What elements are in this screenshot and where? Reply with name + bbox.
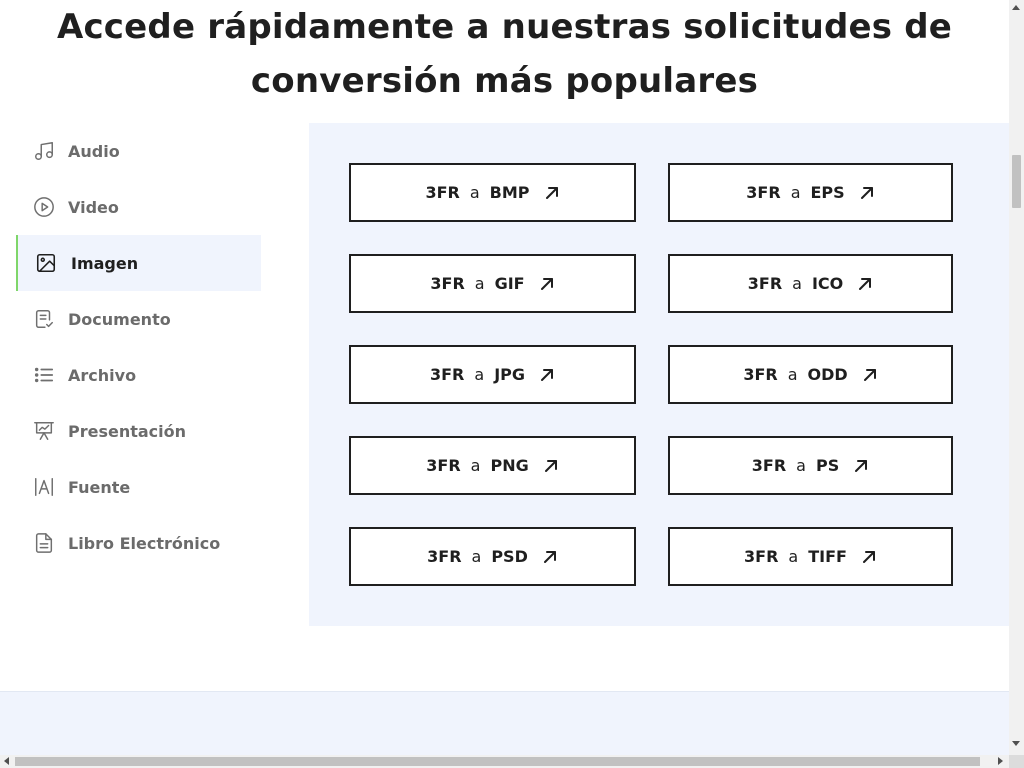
- list-icon: [33, 364, 55, 386]
- arrow-up-right-icon: [859, 185, 875, 201]
- scroll-up-arrow-icon[interactable]: [1012, 5, 1020, 10]
- conversion-from: 3FR: [427, 547, 462, 566]
- conversion-separator: a: [471, 547, 482, 566]
- conversion-link-3fr-jpg[interactable]: 3FR a JPG: [349, 345, 636, 404]
- sidebar-item-archivo[interactable]: Archivo: [16, 347, 261, 403]
- conversion-from: 3FR: [429, 365, 465, 384]
- conversion-from: 3FR: [746, 183, 781, 202]
- conversion-separator: a: [787, 365, 798, 384]
- conversion-separator: a: [474, 365, 485, 384]
- sidebar-item-label: Archivo: [68, 365, 137, 385]
- arrow-up-right-icon: [544, 185, 560, 201]
- vertical-scrollbar[interactable]: [1009, 0, 1024, 755]
- conversion-link-3fr-psd[interactable]: 3FR a PSD: [349, 527, 636, 586]
- conversion-from: 3FR: [425, 183, 460, 202]
- conversion-separator: a: [796, 456, 806, 475]
- ebook-icon: [33, 532, 55, 554]
- conversion-separator: a: [470, 456, 481, 475]
- category-sidebar: Audio Video Imagen Documento Archivo Pre…: [16, 123, 261, 571]
- conversion-link-3fr-eps[interactable]: 3FR a EPS: [668, 163, 953, 222]
- conversion-to: JPG: [494, 365, 525, 384]
- sidebar-item-label: Libro Electrónico: [68, 533, 221, 553]
- sidebar-item-label: Presentación: [68, 421, 187, 441]
- section-heading-line-1: Accede rápidamente a nuestras solicitude…: [56, 7, 953, 48]
- sidebar-item-label: Fuente: [68, 477, 131, 497]
- conversion-link-3fr-odd[interactable]: 3FR a ODD: [668, 345, 953, 404]
- horizontal-scrollbar-thumb[interactable]: [15, 757, 980, 766]
- conversion-link-3fr-ps[interactable]: 3FR a PS: [668, 436, 953, 495]
- conversion-to: PSD: [491, 547, 528, 566]
- conversion-separator: a: [792, 274, 802, 293]
- arrow-up-right-icon: [862, 367, 878, 383]
- next-section-band: [0, 691, 1009, 755]
- conversion-from: 3FR: [744, 547, 779, 566]
- sidebar-item-presentacion[interactable]: Presentación: [16, 403, 261, 459]
- arrow-up-right-icon: [539, 367, 555, 383]
- sidebar-item-video[interactable]: Video: [16, 179, 261, 235]
- conversion-link-3fr-ico[interactable]: 3FR a ICO: [668, 254, 953, 313]
- image-icon: [35, 252, 57, 274]
- conversion-to: EPS: [810, 183, 845, 202]
- music-note-icon: [33, 140, 55, 162]
- conversion-to: TIFF: [808, 547, 847, 566]
- conversion-grid: 3FR a BMP 3FR a EPS 3FR a GIF 3FR a ICO 3FR a JPG …: [349, 163, 953, 586]
- scroll-right-arrow-icon[interactable]: [998, 757, 1003, 765]
- sidebar-item-audio[interactable]: Audio: [16, 123, 261, 179]
- conversion-from: 3FR: [743, 365, 778, 384]
- section-heading-line-2: conversión más populares: [250, 61, 759, 102]
- conversion-from: 3FR: [751, 456, 787, 475]
- conversion-to: ODD: [807, 365, 848, 384]
- conversion-to: PS: [815, 456, 840, 475]
- arrow-up-right-icon: [539, 276, 555, 292]
- scroll-left-arrow-icon[interactable]: [4, 757, 9, 765]
- conversion-from: 3FR: [426, 456, 461, 475]
- sidebar-item-label: Imagen: [71, 253, 139, 273]
- conversion-to: GIF: [494, 274, 525, 293]
- conversion-separator: a: [788, 547, 799, 566]
- sidebar-item-label: Audio: [68, 141, 120, 161]
- sidebar-item-imagen[interactable]: Imagen: [16, 235, 261, 291]
- page: Accede rápidamente a nuestras solicitude…: [0, 0, 1009, 755]
- conversion-link-3fr-gif[interactable]: 3FR a GIF: [349, 254, 636, 313]
- conversion-to: PNG: [490, 456, 529, 475]
- conversion-to: BMP: [489, 183, 530, 202]
- horizontal-scrollbar[interactable]: [0, 755, 1009, 768]
- scroll-down-arrow-icon[interactable]: [1012, 741, 1020, 746]
- conversion-link-3fr-bmp[interactable]: 3FR a BMP: [349, 163, 636, 222]
- arrow-up-right-icon: [853, 458, 869, 474]
- presentation-icon: [33, 420, 55, 442]
- document-check-icon: [33, 308, 55, 330]
- vertical-scrollbar-thumb[interactable]: [1012, 155, 1021, 208]
- conversion-from: 3FR: [747, 274, 783, 293]
- arrow-up-right-icon: [542, 549, 558, 565]
- conversion-link-3fr-tiff[interactable]: 3FR a TIFF: [668, 527, 953, 586]
- arrow-up-right-icon: [857, 276, 873, 292]
- arrow-up-right-icon: [543, 458, 559, 474]
- sidebar-item-label: Documento: [68, 309, 171, 329]
- sidebar-item-libro-electronico[interactable]: Libro Electrónico: [16, 515, 261, 571]
- sidebar-item-documento[interactable]: Documento: [16, 291, 261, 347]
- conversion-separator: a: [474, 274, 485, 293]
- conversion-from: 3FR: [430, 274, 465, 293]
- conversion-panel: 3FR a BMP 3FR a EPS 3FR a GIF 3FR a ICO 3FR a JPG …: [309, 123, 1009, 626]
- arrow-up-right-icon: [861, 549, 877, 565]
- sidebar-item-fuente[interactable]: Fuente: [16, 459, 261, 515]
- scrollbar-corner: [1009, 755, 1024, 768]
- conversion-separator: a: [790, 183, 801, 202]
- section-heading: Accede rápidamente a nuestras solicitude…: [0, 0, 1009, 108]
- font-icon: [33, 476, 55, 498]
- sidebar-item-label: Video: [68, 197, 119, 217]
- play-circle-icon: [33, 196, 55, 218]
- conversion-to: ICO: [811, 274, 844, 293]
- conversion-link-3fr-png[interactable]: 3FR a PNG: [349, 436, 636, 495]
- conversion-separator: a: [469, 183, 480, 202]
